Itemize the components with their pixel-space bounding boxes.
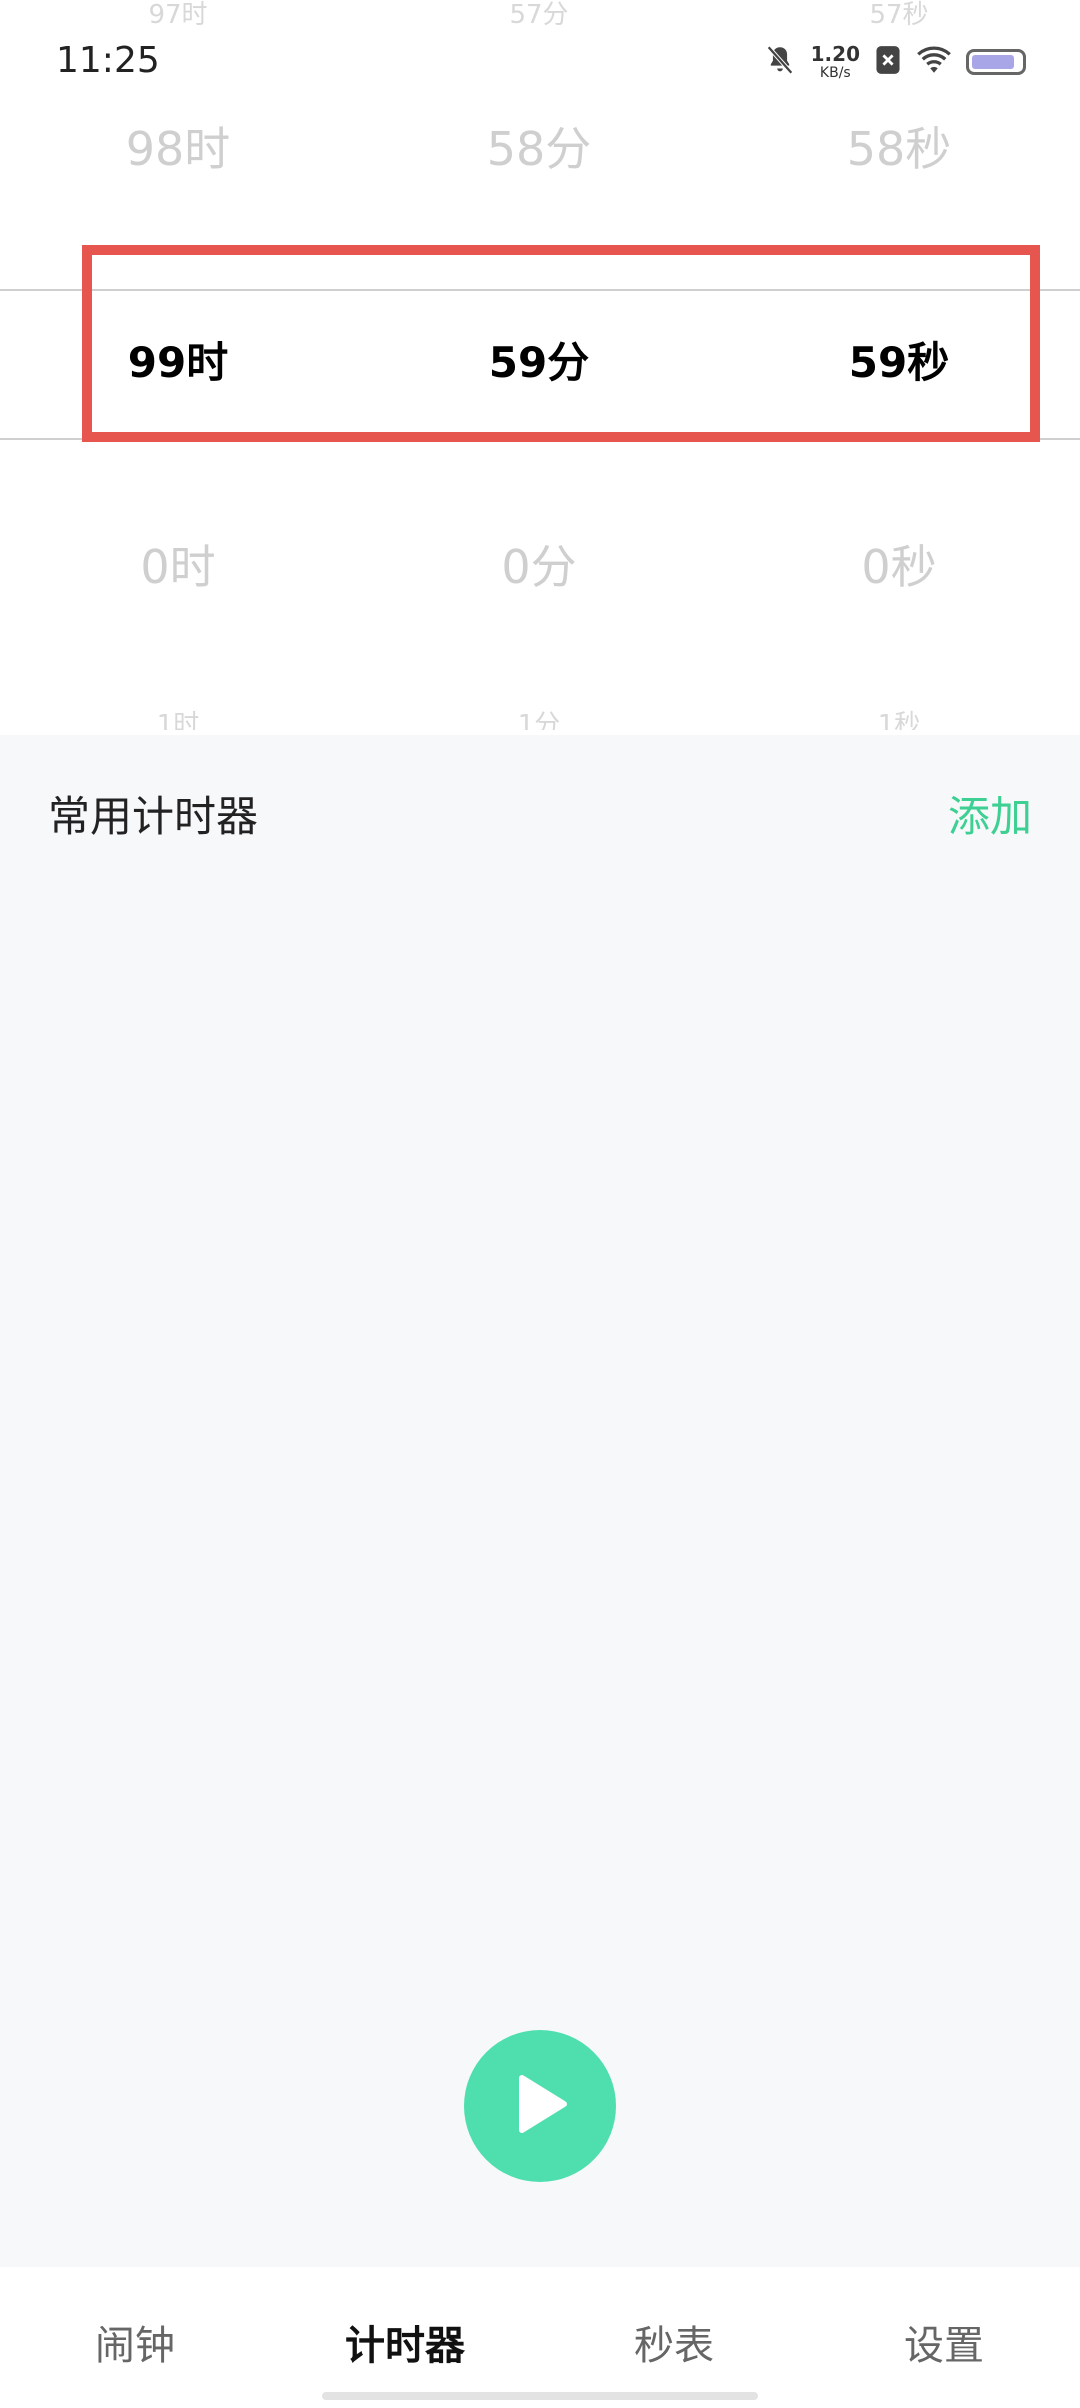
network-speed-value: 1.20: [810, 42, 860, 66]
start-timer-button[interactable]: [464, 2030, 616, 2182]
status-time: 11:25: [56, 40, 160, 81]
no-sim-icon: [874, 45, 902, 79]
picker-minutes[interactable]: 0分: [439, 522, 639, 612]
battery-icon: [966, 49, 1026, 75]
home-indicator[interactable]: [322, 2392, 758, 2400]
status-icons: 1.20 KB/s: [763, 38, 1026, 86]
wifi-icon: [916, 45, 952, 79]
nav-stopwatch[interactable]: 秒表: [634, 2313, 714, 2371]
nav-timer[interactable]: 计时器: [345, 2313, 465, 2371]
common-timers-title: 常用计时器: [48, 792, 259, 841]
picker-hours[interactable]: 0时: [78, 522, 278, 612]
play-icon: [510, 2072, 570, 2140]
common-timers-section: 常用计时器 添加: [0, 735, 1080, 2267]
picker-seconds[interactable]: 0秒: [799, 522, 999, 612]
picker-row-next: 0时 0分 0秒: [0, 522, 1080, 612]
network-speed-unit: KB/s: [819, 65, 851, 81]
bottom-navigation: 闹钟 计时器 秒表 设置: [0, 2267, 1080, 2408]
status-bar: 11:25 1.20 KB/s: [0, 0, 1080, 120]
nav-settings[interactable]: 设置: [904, 2313, 984, 2371]
nav-alarm[interactable]: 闹钟: [95, 2313, 175, 2371]
bell-muted-icon: [763, 43, 797, 81]
network-speed: 1.20 KB/s: [811, 44, 860, 80]
battery-fill: [972, 55, 1014, 69]
selection-highlight-box: [82, 245, 1040, 442]
add-timer-button[interactable]: 添加: [948, 783, 1032, 844]
